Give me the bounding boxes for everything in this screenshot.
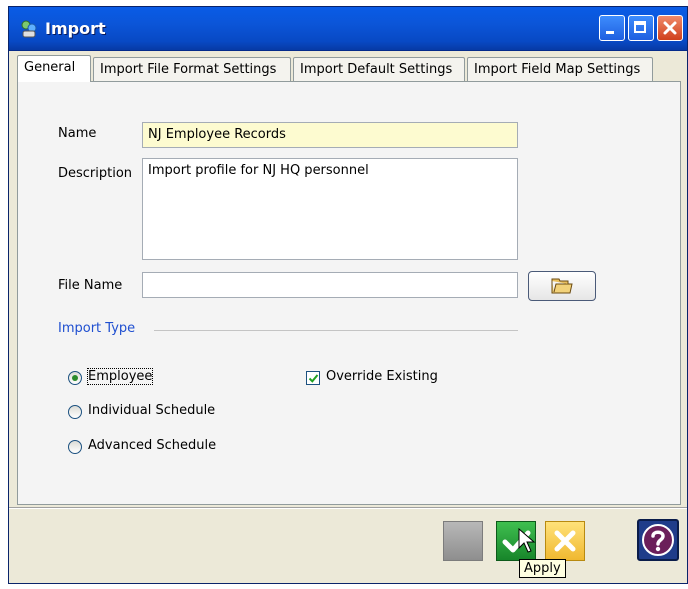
- button-bar: [9, 507, 687, 583]
- cancel-button[interactable]: [545, 521, 585, 561]
- radio-individual-schedule[interactable]: [68, 405, 82, 419]
- override-existing-checkbox[interactable]: [306, 371, 320, 385]
- question-icon: [642, 524, 674, 556]
- description-label: Description: [58, 166, 133, 181]
- minimize-button[interactable]: [599, 15, 625, 41]
- file-name-field[interactable]: [142, 272, 518, 298]
- help-button[interactable]: [637, 519, 679, 561]
- app-icon: [21, 20, 37, 38]
- close-icon: [663, 21, 677, 35]
- checkmark-icon: [308, 374, 319, 383]
- window-title: Import: [45, 19, 106, 38]
- general-panel: Name NJ Employee Records Description Imp…: [17, 81, 681, 505]
- title-bar[interactable]: Import: [9, 7, 687, 51]
- close-button[interactable]: [657, 15, 683, 41]
- radio-individual-schedule-label[interactable]: Individual Schedule: [88, 403, 215, 418]
- folder-icon: [551, 278, 573, 294]
- override-existing-label[interactable]: Override Existing: [326, 369, 438, 384]
- import-window: Import General Import File Format Settin…: [8, 6, 688, 584]
- disabled-button: [443, 521, 483, 561]
- browse-file-button[interactable]: [528, 271, 596, 301]
- mouse-pointer-icon: [518, 528, 536, 553]
- description-field[interactable]: Import profile for NJ HQ personnel: [142, 158, 518, 260]
- x-icon: [554, 530, 576, 552]
- tab-import-file-format-settings[interactable]: Import File Format Settings: [93, 57, 291, 81]
- name-label: Name: [58, 126, 97, 141]
- apply-tooltip: Apply: [519, 559, 566, 578]
- import-type-title: Import Type: [58, 321, 136, 336]
- radio-employee[interactable]: [68, 371, 82, 385]
- tab-import-default-settings[interactable]: Import Default Settings: [293, 57, 465, 81]
- radio-advanced-schedule-label[interactable]: Advanced Schedule: [88, 438, 216, 453]
- radio-employee-label[interactable]: Employee: [86, 368, 154, 385]
- group-divider: [154, 330, 518, 331]
- separator: [9, 507, 687, 509]
- maximize-button[interactable]: [628, 15, 654, 41]
- tab-general[interactable]: General: [17, 55, 91, 82]
- file-name-label: File Name: [58, 278, 123, 293]
- name-field[interactable]: NJ Employee Records: [142, 122, 518, 148]
- radio-advanced-schedule[interactable]: [68, 440, 82, 454]
- tab-import-field-map-settings[interactable]: Import Field Map Settings: [467, 57, 653, 81]
